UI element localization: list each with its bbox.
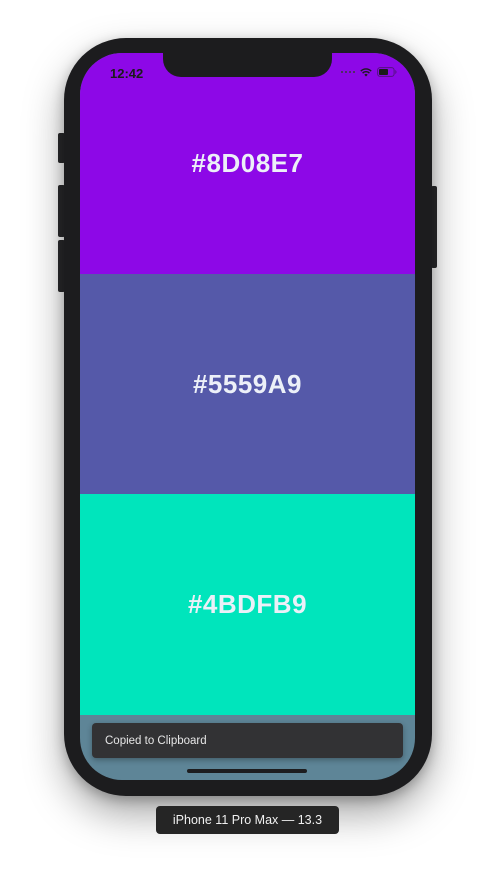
snackbar-message: Copied to Clipboard xyxy=(105,734,207,747)
device-screen: #8D08E7 #5559A9 #4BDFB9 12:42 Copied to … xyxy=(80,53,415,780)
clipboard-snackbar: Copied to Clipboard xyxy=(92,723,403,758)
swatch-hex-label: #5559A9 xyxy=(192,368,303,399)
signal-dots-icon xyxy=(341,71,355,73)
device-label: iPhone 11 Pro Max — 13.3 xyxy=(156,806,339,834)
notch xyxy=(163,53,332,77)
battery-icon xyxy=(377,67,397,77)
status-icons xyxy=(341,67,397,77)
color-swatch-2[interactable]: #5559A9 xyxy=(80,274,415,494)
status-time: 12:42 xyxy=(110,66,144,81)
status-bar: 12:42 xyxy=(80,53,415,93)
swatch-hex-label: #8D08E7 xyxy=(191,148,304,178)
home-indicator[interactable] xyxy=(187,769,307,773)
color-swatch-3[interactable]: #4BDFB9 xyxy=(80,494,415,715)
swatch-hex-label: #4BDFB9 xyxy=(187,589,308,619)
simulator-stage: #8D08E7 #5559A9 #4BDFB9 12:42 Copied to … xyxy=(0,0,495,870)
wifi-icon xyxy=(360,67,372,76)
